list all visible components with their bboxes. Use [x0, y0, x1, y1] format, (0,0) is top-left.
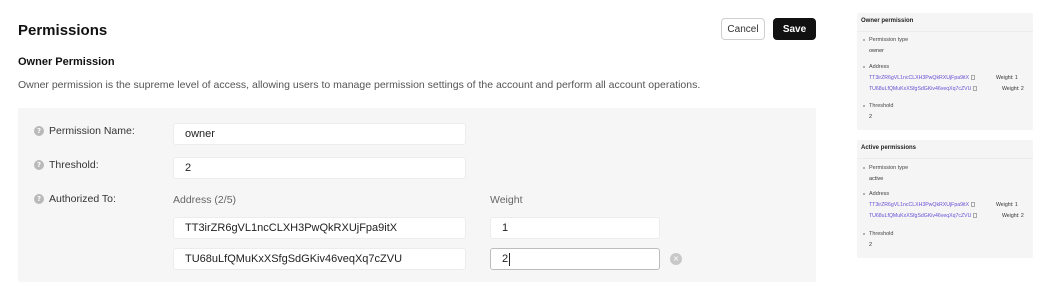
help-icon[interactable]: ? — [34, 126, 44, 136]
active-type-label: Permission type — [869, 165, 909, 171]
permission-name-label: ? Permission Name: — [34, 125, 135, 137]
permission-name-label-text: Permission Name: — [49, 125, 135, 137]
copy-icon[interactable] — [973, 213, 978, 219]
owner-type-label: Permission type — [869, 37, 909, 43]
owner-threshold-value: 2 — [869, 114, 873, 120]
section-description: Owner permission is the supreme level of… — [18, 79, 701, 91]
weight-column-header: Weight — [490, 194, 523, 206]
owner-threshold-label: Threshold — [869, 103, 894, 109]
active-permission-card: Active permissions Permission type activ… — [857, 140, 1033, 258]
text-caret — [509, 252, 511, 266]
active-weight-2: Weight: 2 — [1002, 213, 1024, 219]
weight-input-1[interactable]: 1 — [490, 217, 660, 239]
page-title: Permissions — [18, 22, 108, 39]
copy-icon[interactable] — [973, 86, 978, 92]
owner-permission-card: Owner permission Permission type owner A… — [857, 13, 1033, 130]
owner-card-title: Owner permission — [861, 18, 914, 24]
divider — [857, 31, 1033, 32]
address-column-header: Address (2/5) — [173, 194, 237, 206]
copy-icon[interactable] — [971, 202, 976, 208]
threshold-label: ? Threshold: — [34, 159, 99, 171]
authorized-to-label: ? Authorized To: — [34, 193, 116, 205]
cancel-button[interactable]: Cancel — [721, 18, 765, 40]
active-address-label: Address — [869, 191, 890, 197]
permissions-editor: Permissions Cancel Save Owner Permission… — [0, 0, 830, 294]
owner-address-label: Address — [869, 64, 890, 70]
owner-address-1[interactable]: TT3irZR6gVL1ncCLXH3PwQkRXUjFpa9itX — [869, 75, 976, 81]
active-card-title: Active permissions — [861, 145, 917, 151]
divider — [857, 158, 1033, 159]
copy-icon[interactable] — [971, 75, 976, 81]
owner-weight-1: Weight: 1 — [996, 75, 1018, 81]
weight-input-2-value: 2 — [502, 253, 509, 265]
save-button[interactable]: Save — [773, 18, 816, 40]
section-title: Owner Permission — [18, 56, 115, 68]
owner-address-2[interactable]: TU68uLfQMuKxXSfgSdGKiv46veqXq7cZVU — [869, 86, 978, 92]
active-address-2[interactable]: TU68uLfQMuKxXSfgSdGKiv46veqXq7cZVU — [869, 213, 978, 219]
help-icon[interactable]: ? — [34, 194, 44, 204]
remove-key-icon[interactable]: × — [670, 253, 682, 265]
address-input-1[interactable]: TT3irZR6gVL1ncCLXH3PwQkRXUjFpa9itX — [173, 217, 466, 239]
address-input-2[interactable]: TU68uLfQMuKxXSfgSdGKiv46veqXq7cZVU — [173, 248, 466, 270]
active-weight-1: Weight: 1 — [996, 202, 1018, 208]
permission-name-input[interactable]: owner — [173, 123, 466, 145]
help-icon[interactable]: ? — [34, 160, 44, 170]
owner-weight-2: Weight: 2 — [1002, 86, 1024, 92]
active-type-value: active — [869, 176, 884, 182]
active-address-1[interactable]: TT3irZR6gVL1ncCLXH3PwQkRXUjFpa9itX — [869, 202, 976, 208]
active-threshold-value: 2 — [869, 242, 873, 248]
authorized-to-label-text: Authorized To: — [49, 193, 116, 205]
threshold-label-text: Threshold: — [49, 159, 99, 171]
owner-type-value: owner — [869, 48, 884, 54]
weight-input-2[interactable]: 2 — [490, 248, 660, 270]
threshold-input[interactable]: 2 — [173, 157, 466, 179]
active-threshold-label: Threshold — [869, 231, 894, 237]
